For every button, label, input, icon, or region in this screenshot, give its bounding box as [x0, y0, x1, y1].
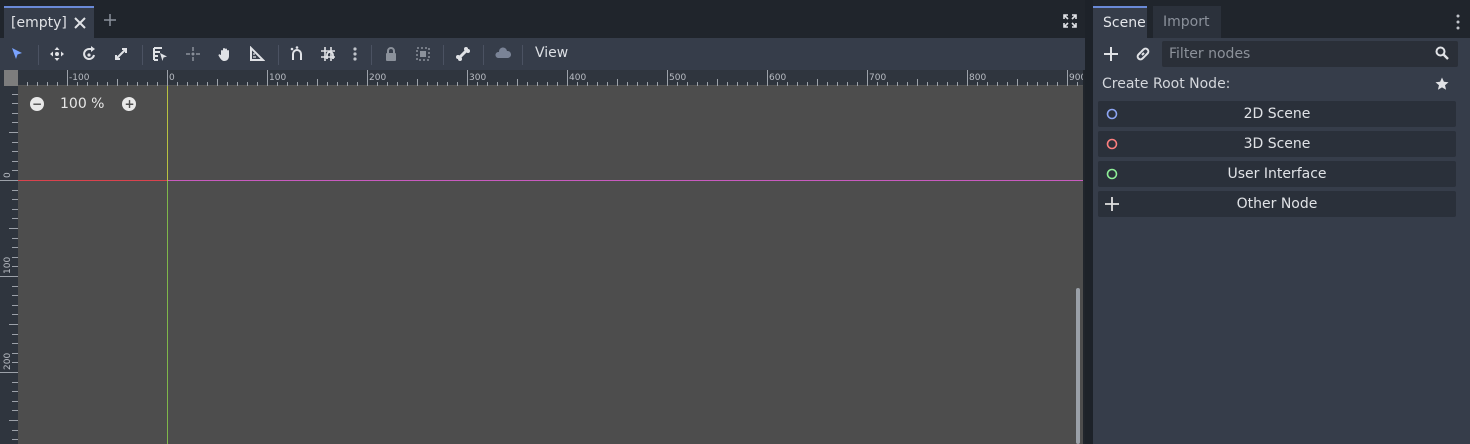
lock-icon[interactable]	[383, 46, 399, 62]
tab-scene[interactable]: Scene	[1093, 6, 1147, 38]
vertical-ruler-ticks: 0 100 200	[0, 94, 18, 440]
view-menu[interactable]: View	[535, 45, 568, 61]
ruler-mode-icon[interactable]	[249, 46, 265, 62]
particles-icon[interactable]	[495, 46, 511, 62]
ruler-label: 300	[469, 73, 486, 83]
toolbar-separator	[483, 45, 484, 65]
select-mode-icon[interactable]	[9, 46, 25, 62]
instance-link-icon[interactable]	[1135, 46, 1151, 62]
toolbar-separator	[38, 45, 39, 65]
canvas-viewport[interactable]: − 100 % +	[18, 86, 1083, 444]
x-axis-line-right	[167, 180, 1083, 181]
zoom-out-button[interactable]: −	[30, 97, 44, 111]
tab-scene-label: Scene	[1103, 15, 1146, 31]
horizontal-ruler-ticks: -100 0 100 200 300 400 500 600 700 800 900	[27, 70, 1083, 86]
vertical-scrollbar[interactable]	[1076, 288, 1080, 444]
other-node-label: Other Node	[1236, 196, 1318, 212]
ruler-label: 600	[769, 73, 786, 83]
ruler-label: 0	[3, 172, 13, 178]
ruler-label: 400	[569, 73, 586, 83]
scene-tab-empty[interactable]: [empty]	[4, 6, 94, 38]
scene-dock: Scene Import Create Root Node: 2D Scene …	[1093, 0, 1470, 444]
toolbar-separator	[142, 45, 143, 65]
zoom-in-button[interactable]: +	[122, 97, 137, 111]
dock-tab-bar: Scene Import	[1093, 0, 1470, 38]
list-select-icon[interactable]	[152, 46, 168, 62]
fullscreen-icon[interactable]	[1063, 14, 1077, 28]
node3d-icon	[1106, 138, 1118, 150]
user-interface-label: User Interface	[1227, 166, 1327, 182]
favorite-star-icon[interactable]	[1435, 77, 1449, 91]
move-mode-icon[interactable]	[49, 46, 65, 62]
toolbar-separator	[371, 45, 372, 65]
add-tab-icon[interactable]	[103, 13, 117, 27]
scene-tab-bar: [empty]	[0, 0, 1085, 38]
ruler-label: 0	[169, 73, 175, 83]
y-axis-line-top	[167, 86, 168, 181]
vertical-ruler: 0 100 200	[0, 86, 18, 444]
2d-scene-label: 2D Scene	[1243, 106, 1311, 122]
ruler-label: 100	[269, 73, 286, 83]
3d-scene-label: 3D Scene	[1243, 136, 1311, 152]
user-interface-button[interactable]: User Interface	[1098, 161, 1456, 187]
tab-import[interactable]: Import	[1153, 6, 1221, 38]
toolbar-separator	[278, 45, 279, 65]
horizontal-ruler: -100 0 100 200 300 400 500 600 700 800 900	[18, 70, 1083, 86]
group-icon[interactable]	[415, 46, 431, 62]
node2d-icon	[1106, 108, 1118, 120]
skeleton-bone-icon[interactable]	[455, 46, 471, 62]
filter-nodes-input[interactable]	[1162, 41, 1458, 67]
search-icon	[1435, 46, 1449, 60]
2d-scene-button[interactable]: 2D Scene	[1098, 101, 1456, 127]
zoom-controls: − 100 % +	[30, 95, 137, 113]
dock-menu-icon[interactable]	[1455, 14, 1461, 30]
grid-snap-icon[interactable]	[320, 46, 336, 62]
ruler-label: 200	[369, 73, 386, 83]
zoom-level[interactable]: 100 %	[60, 96, 104, 112]
snap-options-icon[interactable]	[348, 46, 362, 62]
tab-import-label: Import	[1163, 14, 1210, 30]
scene-tab-label: [empty]	[11, 15, 67, 31]
ruler-label: 900	[1069, 73, 1083, 83]
rotate-mode-icon[interactable]	[81, 46, 97, 62]
scale-mode-icon[interactable]	[113, 46, 129, 62]
toolbar-separator	[443, 45, 444, 65]
add-icon	[1105, 197, 1119, 211]
control-node-icon	[1106, 168, 1118, 180]
ruler-corner	[4, 70, 18, 86]
other-node-button[interactable]: Other Node	[1098, 191, 1456, 217]
canvas-editor: [empty] View -100 0 100 200 300 400 500 600 700 8	[0, 0, 1085, 444]
ruler-label: 100	[3, 257, 13, 274]
smart-snap-icon[interactable]	[289, 46, 305, 62]
3d-scene-button[interactable]: 3D Scene	[1098, 131, 1456, 157]
ruler-label: 800	[969, 73, 986, 83]
create-root-node-label: Create Root Node:	[1102, 76, 1231, 92]
ruler-label: 200	[3, 353, 13, 370]
toolbar-separator	[522, 45, 523, 65]
add-node-icon[interactable]	[1103, 46, 1119, 62]
ruler-label: 500	[669, 73, 686, 83]
close-icon[interactable]	[73, 16, 87, 30]
canvas-toolbar: View	[0, 38, 1085, 70]
ruler-label: -100	[69, 73, 90, 83]
pan-mode-icon[interactable]	[217, 46, 233, 62]
ruler-label: 700	[869, 73, 886, 83]
pivot-mode-icon[interactable]	[185, 46, 201, 62]
